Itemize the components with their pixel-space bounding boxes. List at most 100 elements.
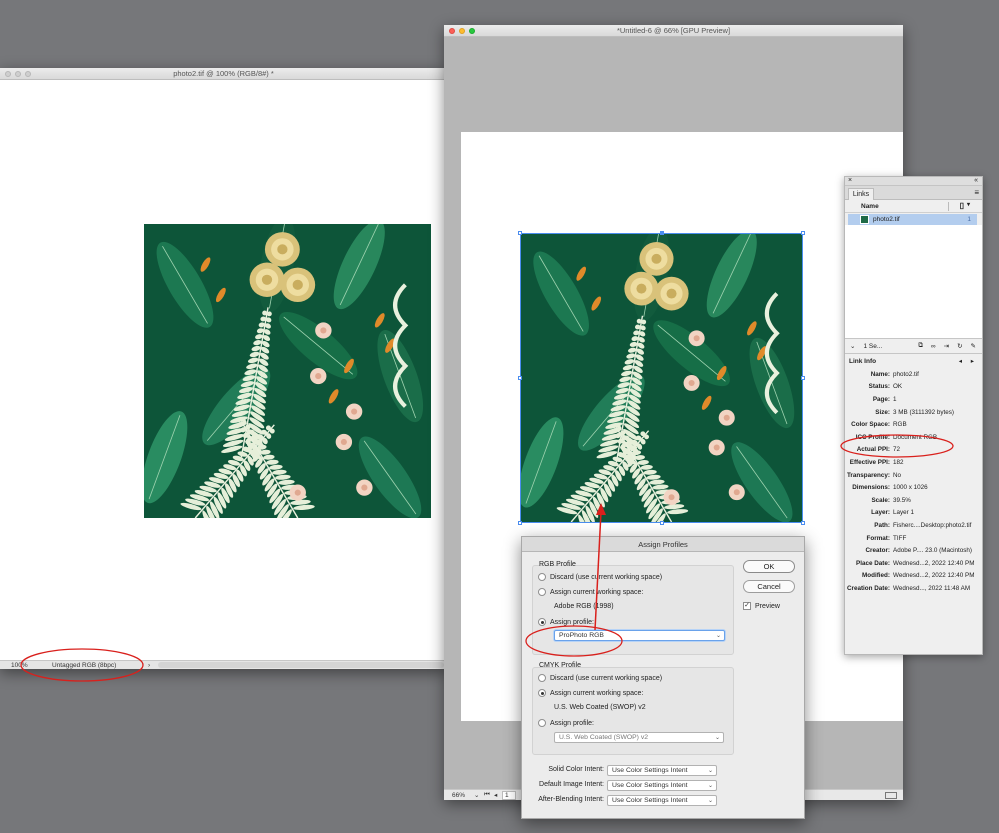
- link-info-row: Scale: 39.5%: [845, 494, 982, 507]
- info-label: ICC Profile:: [855, 433, 890, 441]
- image-selection-frame[interactable]: [518, 231, 805, 525]
- goto-link-icon[interactable]: ⇥: [944, 342, 949, 350]
- frame-handle[interactable]: [801, 376, 805, 380]
- link-info-row: Creation Date: Wednesd..., 2022 11:48 AM: [845, 582, 982, 595]
- botanical-image[interactable]: [144, 224, 431, 518]
- link-filename: photo2.tif: [873, 216, 900, 223]
- frame-handle[interactable]: [660, 231, 664, 235]
- frame-handle[interactable]: [518, 231, 522, 235]
- link-info-title: Link Info: [849, 357, 877, 365]
- close-button[interactable]: [5, 71, 11, 77]
- rgb-discard-option[interactable]: Discard (use current working space): [538, 573, 662, 581]
- cmyk-assign-profile-option[interactable]: Assign profile:: [538, 719, 594, 727]
- chevron-down-icon: ⌄: [707, 768, 713, 774]
- radio-button[interactable]: [538, 719, 546, 727]
- info-value: OK: [893, 383, 903, 391]
- intent-label: After-Blending Intent:: [538, 796, 604, 803]
- info-label: Effective PPI:: [849, 458, 890, 466]
- cmyk-assign-current-option[interactable]: Assign current working space:: [538, 689, 643, 697]
- radio-button[interactable]: [538, 588, 546, 596]
- tab-links[interactable]: Links: [848, 188, 874, 200]
- first-page-icon[interactable]: ⏮: [484, 791, 494, 799]
- links-column-header[interactable]: Name ▯ ▾: [845, 200, 982, 213]
- info-label: Modified:: [862, 572, 890, 580]
- frame-handle[interactable]: [518, 521, 522, 525]
- rgb-assign-profile-option[interactable]: Assign profile:: [538, 618, 594, 626]
- cmyk-profile-select[interactable]: U.S. Web Coated (SWOP) v2 ⌄: [554, 732, 724, 743]
- link-row[interactable]: photo2.tif 1: [848, 214, 977, 225]
- zoom-level[interactable]: 66%: [444, 792, 474, 799]
- close-icon[interactable]: ×: [848, 177, 852, 184]
- intent-select[interactable]: Use Color Settings Intent ⌄: [607, 780, 717, 791]
- update-link-icon[interactable]: ↻: [957, 342, 962, 350]
- link-info-row: Dimensions: 1000 x 1026: [845, 481, 982, 494]
- previous-link-icon[interactable]: ◂: [959, 357, 962, 365]
- radio-button[interactable]: [538, 573, 546, 581]
- name-column-label[interactable]: Name: [861, 203, 879, 210]
- frame-handle[interactable]: [660, 521, 664, 525]
- info-value: Fisherc....Desktop:photo2.tif: [893, 521, 972, 529]
- checkbox-label: Preview: [755, 602, 780, 610]
- info-value: TIFF: [893, 534, 907, 542]
- link-info-row: Name: photo2.tif: [845, 368, 982, 381]
- intent-select[interactable]: Use Color Settings Intent ⌄: [607, 795, 717, 806]
- ok-button[interactable]: OK: [743, 560, 795, 573]
- link-info-row: Place Date: Wednesd...2, 2022 12:40 PM: [845, 557, 982, 570]
- photo-window-titlebar[interactable]: photo2.tif @ 100% (RGB/8#) *: [0, 68, 447, 80]
- option-label: Discard (use current working space): [550, 573, 663, 581]
- radio-button[interactable]: [538, 674, 546, 682]
- link-info-header[interactable]: Link Info ◂ ▸: [845, 354, 982, 368]
- relink-icon[interactable]: ∞: [931, 343, 936, 350]
- preview-checkbox[interactable]: ✓ Preview: [743, 602, 780, 610]
- photoshop-document-window[interactable]: photo2.tif @ 100% (RGB/8#) * 100% Untagg…: [0, 68, 447, 669]
- frame-handle[interactable]: [801, 231, 805, 235]
- edit-original-icon[interactable]: ✎: [971, 342, 976, 350]
- horizontal-scrollbar[interactable]: [158, 662, 444, 668]
- radio-button[interactable]: [538, 618, 546, 626]
- panel-header[interactable]: × «: [845, 177, 982, 186]
- status-menu-arrow[interactable]: ›: [148, 662, 158, 669]
- collapse-icon[interactable]: «: [974, 177, 978, 184]
- split-window-icon[interactable]: [885, 791, 897, 799]
- next-link-icon[interactable]: ▸: [971, 357, 974, 365]
- checkbox[interactable]: ✓: [743, 602, 751, 610]
- link-info-row: ICC Profile: Document RGB: [845, 431, 982, 444]
- indd-window-titlebar[interactable]: *Untitled-6 @ 66% [GPU Preview]: [444, 25, 903, 37]
- zoom-dropdown-icon[interactable]: ⌄: [474, 791, 484, 799]
- photo-status-bar: 100% Untagged RGB (8bpc) ›: [0, 660, 447, 669]
- info-value: Wednesd..., 2022 11:48 AM: [893, 584, 971, 592]
- cancel-button[interactable]: Cancel: [743, 580, 795, 593]
- cmyk-discard-option[interactable]: Discard (use current working space): [538, 674, 662, 682]
- info-value: 39.5%: [893, 496, 911, 504]
- chevron-down-icon[interactable]: ⌄: [850, 342, 855, 350]
- relink-cc-icon[interactable]: ⧉: [918, 342, 923, 350]
- frame-handle[interactable]: [801, 521, 805, 525]
- page-number-field[interactable]: 1: [502, 790, 516, 800]
- rgb-profile-select[interactable]: ProPhoto RGB ⌄: [554, 630, 725, 641]
- close-button[interactable]: [449, 28, 455, 34]
- select-value: Use Color Settings Intent: [612, 797, 688, 804]
- zoom-button[interactable]: [25, 71, 31, 77]
- zoom-button[interactable]: [469, 28, 475, 34]
- panel-menu-icon[interactable]: ≡: [974, 188, 979, 197]
- link-info-row: Transparency: No: [845, 469, 982, 482]
- minimize-button[interactable]: [15, 71, 21, 77]
- radio-button[interactable]: [538, 689, 546, 697]
- frame-handle[interactable]: [518, 376, 522, 380]
- info-label: Place Date:: [856, 559, 890, 567]
- page-column-icon[interactable]: ▯: [960, 201, 964, 210]
- zoom-level[interactable]: 100%: [0, 662, 32, 669]
- links-list-area[interactable]: [845, 225, 982, 338]
- intent-label: Default Image Intent:: [539, 781, 604, 788]
- minimize-button[interactable]: [459, 28, 465, 34]
- option-label: Discard (use current working space): [550, 674, 663, 682]
- document-profile-status[interactable]: Untagged RGB (8bpc): [32, 662, 148, 669]
- link-info-row: Status: OK: [845, 381, 982, 394]
- prev-page-icon[interactable]: ◂: [494, 791, 502, 799]
- select-value: U.S. Web Coated (SWOP) v2: [559, 734, 649, 741]
- option-label: Assign current working space:: [550, 689, 644, 697]
- rgb-assign-current-option[interactable]: Assign current working space:: [538, 588, 643, 596]
- chevron-down-icon[interactable]: ▾: [967, 201, 970, 208]
- chevron-down-icon: ⌄: [714, 735, 720, 741]
- intent-select[interactable]: Use Color Settings Intent ⌄: [607, 765, 717, 776]
